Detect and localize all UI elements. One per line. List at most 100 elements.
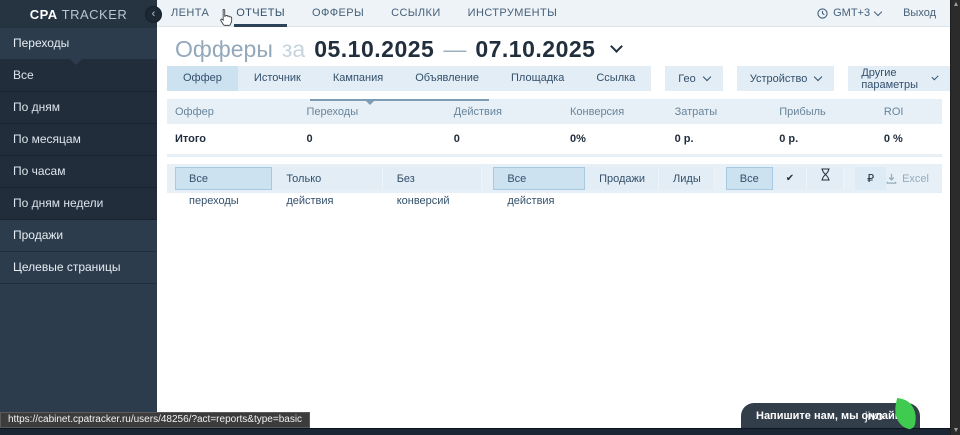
sidebar-item-celevye-stranicy[interactable]: Целевые страницы [0, 252, 157, 284]
filter-leads[interactable]: Лиды [659, 167, 715, 190]
date-range-chevron-icon[interactable] [611, 40, 624, 53]
device-dropdown[interactable]: Устройство [737, 66, 835, 91]
jivo-chat-widget[interactable]: Напишите нам, мы онлайн! jivo [741, 403, 920, 428]
sidebar-item-label: По дням недели [13, 196, 103, 210]
app-logo[interactable]: CPA TRACKER [0, 0, 157, 28]
total-costs-cell: 0 р. [675, 133, 780, 145]
chevron-down-icon [874, 7, 882, 15]
column-header-deystviya[interactable]: Действия [454, 106, 570, 118]
dropdown-label: Гео [678, 73, 695, 85]
clock-icon [817, 8, 828, 19]
total-profit-cell: 0 р. [779, 133, 884, 145]
sidebar-item-perehody[interactable]: Переходы [0, 28, 157, 60]
filter-only-actions[interactable]: Только действия [272, 167, 382, 190]
dropdown-label: Устройство [750, 73, 808, 85]
sidebar-item-label: По дням [13, 100, 60, 114]
main-area: ЛЕНТА ОТЧЕТЫ ОФФЕРЫ ССЫЛКИ ИНСТРУМЕНТЫ G… [157, 0, 950, 428]
sidebar-item-label: Целевые страницы [13, 260, 121, 274]
hourglass-icon [820, 168, 831, 181]
date-to[interactable]: 07.10.2025 [475, 36, 595, 63]
ruble-icon: ₽ [867, 173, 874, 185]
table-header-row: Оффер Переходы Действия Конверсия Затрат… [167, 99, 942, 124]
timezone-label: GMT+3 [833, 7, 870, 19]
logout-button[interactable]: Выход [903, 7, 936, 19]
sidebar-item-label: Продажи [13, 228, 63, 242]
date-separator: — [443, 36, 466, 63]
browser-scrollbar[interactable]: ▲ ▼ [950, 0, 960, 435]
tab-ssylki[interactable]: ССЫЛКИ [389, 0, 443, 27]
dimension-tabs-row: Оффер Источник Кампания Объявление Площа… [167, 66, 950, 91]
timezone-selector[interactable]: GMT+3 [817, 7, 881, 19]
sidebar: CPA TRACKER Переходы Все По дням По меся… [0, 0, 157, 428]
filter-no-conversions[interactable]: Без конверсий [383, 167, 483, 190]
tab-lenta[interactable]: ЛЕНТА [169, 0, 211, 27]
dropdown-label: Другие параметры [861, 67, 924, 91]
other-params-dropdown[interactable]: Другие параметры [848, 66, 950, 91]
dim-tab-kampaniya[interactable]: Кампания [317, 66, 399, 91]
dim-tab-ssylka[interactable]: Ссылка [580, 66, 651, 91]
chevron-down-icon [703, 73, 711, 81]
date-from[interactable]: 05.10.2025 [314, 36, 434, 63]
dim-tab-obyavlenie[interactable]: Объявление [399, 66, 495, 91]
sidebar-item-po-chasam[interactable]: По часам [0, 156, 157, 188]
scrollbar-down-arrow[interactable]: ▼ [951, 427, 960, 434]
report-table: Оффер Переходы Действия Конверсия Затрат… [167, 99, 942, 157]
tab-otchety[interactable]: ОТЧЕТЫ [234, 0, 287, 27]
total-roi-cell: 0 % [884, 133, 942, 145]
column-header-perehody[interactable]: Переходы [307, 106, 454, 118]
filter-pending-button[interactable] [807, 167, 844, 190]
sort-caret-icon [366, 101, 374, 105]
currency-ruble-button[interactable]: ₽ [855, 167, 886, 190]
active-section-caret [70, 59, 82, 65]
filter-all-clicks[interactable]: Все переходы [175, 167, 272, 190]
tab-offery[interactable]: ОФФЕРЫ [310, 0, 366, 27]
chevron-down-icon [931, 73, 938, 80]
column-header-offer[interactable]: Оффер [167, 106, 307, 118]
sort-indicator [310, 99, 488, 105]
total-conversion-cell: 0% [570, 133, 675, 145]
sidebar-item-label: Переходы [13, 36, 69, 50]
actions-filter-group: Все действия Продажи Лиды [493, 167, 714, 190]
logo-text-rest: TRACKER [62, 7, 128, 22]
column-header-pribyl[interactable]: Прибыль [779, 106, 884, 118]
table-row-total: Итого 0 0 0% 0 р. 0 р. 0 % [167, 124, 942, 154]
filter-all-actions[interactable]: Все действия [493, 167, 585, 190]
sidebar-item-label: По часам [13, 164, 65, 178]
geo-dropdown[interactable]: Гео [665, 66, 722, 91]
dim-tab-offer[interactable]: Оффер [167, 66, 238, 91]
filter-sales[interactable]: Продажи [585, 167, 659, 190]
title-preposition: за [282, 36, 305, 63]
dimension-tab-group: Оффер Источник Кампания Объявление Площа… [167, 66, 651, 91]
column-header-zatraty[interactable]: Затраты [675, 106, 780, 118]
check-icon: ✔ [786, 173, 794, 184]
dim-tab-istochnik[interactable]: Источник [238, 66, 317, 91]
column-header-konversiya[interactable]: Конверсия [570, 106, 675, 118]
status-filter-group: Все ✔ [726, 167, 844, 190]
filter-status-all[interactable]: Все [726, 167, 773, 190]
traffic-filter-group: Все переходы Только действия Без конверс… [175, 167, 482, 190]
scrollbar-up-arrow[interactable]: ▲ [951, 1, 960, 8]
top-nav: ЛЕНТА ОТЧЕТЫ ОФФЕРЫ ССЫЛКИ ИНСТРУМЕНТЫ G… [157, 0, 950, 27]
sidebar-item-po-mesyacam[interactable]: По месяцам [0, 124, 157, 156]
sidebar-item-po-dnyam-nedeli[interactable]: По дням недели [0, 188, 157, 220]
total-actions-cell: 0 [454, 133, 570, 145]
chevron-left-icon: ‹ [152, 8, 156, 20]
page-title: Офферы за 05.10.2025 — 07.10.2025 [175, 36, 621, 63]
filters-panel: Все переходы Только действия Без конверс… [167, 164, 942, 193]
total-label-cell: Итого [167, 133, 307, 145]
jivo-logo: jivo [865, 409, 883, 423]
excel-label: Excel [902, 173, 929, 185]
link-status-tooltip: https://cabinet.cpatracker.ru/users/4825… [0, 412, 310, 428]
sidebar-item-prodazhi[interactable]: Продажи [0, 220, 157, 252]
sidebar-collapse-button[interactable]: ‹ [145, 6, 162, 23]
column-header-roi[interactable]: ROI [884, 106, 942, 118]
export-excel-link[interactable]: Excel [886, 173, 929, 185]
tab-instrumenty[interactable]: ИНСТРУМЕНТЫ [466, 0, 560, 27]
title-entity: Офферы [175, 36, 273, 63]
taskbar-edge [0, 428, 950, 435]
sidebar-item-po-dnyam[interactable]: По дням [0, 92, 157, 124]
chevron-down-icon [814, 73, 822, 81]
total-clicks-cell: 0 [307, 133, 454, 145]
filter-approved-button[interactable]: ✔ [773, 167, 807, 190]
dim-tab-ploshchadka[interactable]: Площадка [495, 66, 580, 91]
